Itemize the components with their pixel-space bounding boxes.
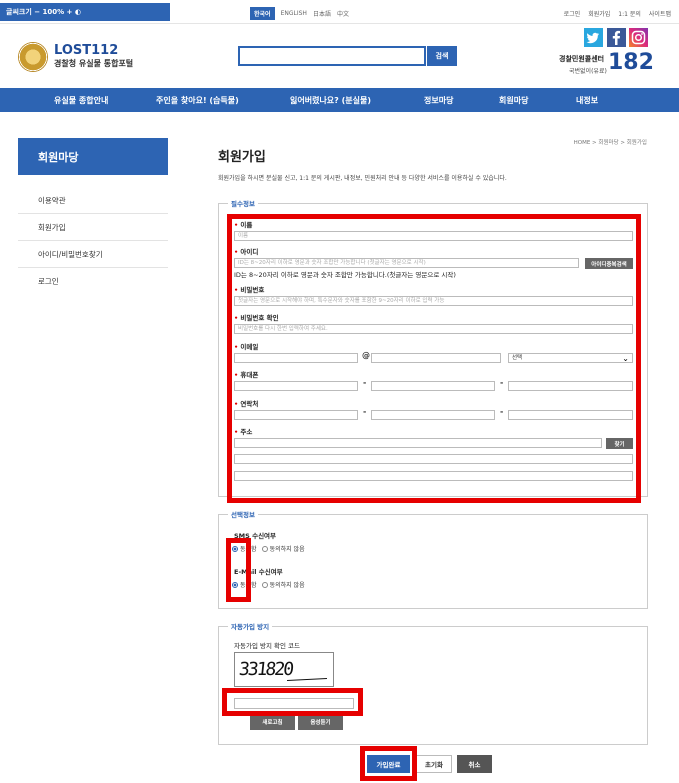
optional-fieldset [218,514,648,609]
search-input[interactable] [238,46,426,66]
nav-found-items[interactable]: 주인을 찾아요! (습득물) [156,95,239,106]
cancel-button[interactable]: 취소 [457,755,492,773]
captcha-noise-line [287,677,327,682]
accessibility-controls[interactable]: 글씨크기 − 100% + ◐ [6,7,81,17]
highlight-box-submit [360,746,417,781]
captcha-label: 자동가입 방지 확인 코드 [234,642,300,650]
join-link[interactable]: 회원가입 [588,9,610,18]
captcha-refresh-button[interactable]: 새로고침 [250,714,295,730]
sidebar-item-join[interactable]: 회원가입 [18,214,168,241]
captcha-legend: 자동가입 방지 [228,621,273,631]
logo-subtitle: 경찰청 유실물 통합포털 [54,59,134,68]
lang-chinese[interactable]: 中文 [337,9,349,18]
nav-my-info[interactable]: 내정보 [576,95,598,106]
language-selector: 한국어 ENGLISH 日本語 中文 [250,7,349,20]
instagram-icon[interactable] [629,28,648,47]
highlight-box-consent-radios [226,538,251,602]
highlight-box-required [227,214,641,503]
callcenter-subtitle: 국번없이(유료) [569,68,607,75]
top-links: 로그인 회원가입 1:1 문의 사이트맵 [564,9,671,18]
sidebar-item-terms[interactable]: 이용약관 [18,187,168,214]
sidebar-item-find-account[interactable]: 아이디/비밀번호찾기 [18,241,168,268]
required-legend: 필수정보 [228,198,258,208]
sidebar-title: 회원마당 [18,138,168,175]
login-link[interactable]: 로그인 [564,9,581,18]
sitemap-link[interactable]: 사이트맵 [649,9,671,18]
nav-info[interactable]: 정보마당 [424,95,453,106]
captcha-audio-button[interactable]: 음성듣기 [298,714,343,730]
accessibility-bar[interactable]: 글씨크기 − 100% + ◐ [0,3,170,21]
sidebar-item-login[interactable]: 로그인 [18,268,168,295]
twitter-icon[interactable] [584,28,603,47]
captcha-code: 331820 [237,659,294,680]
main-nav: 유실물 종합안내 주인을 찾아요! (습득물) 잃어버렸나요? (분실물) 정보… [0,88,679,112]
lang-english[interactable]: ENGLISH [281,10,307,17]
facebook-icon[interactable] [607,28,626,47]
email-disagree-label[interactable]: 동의하지 않음 [270,580,305,589]
nav-lost-guide[interactable]: 유실물 종합안내 [54,95,108,106]
police-emblem-logo[interactable] [18,42,48,72]
inquiry-link[interactable]: 1:1 문의 [618,9,641,18]
search-button[interactable]: 검색 [427,46,457,66]
nav-lost-items[interactable]: 잃어버렸나요? (분실물) [290,95,371,106]
intro-text: 회원가입을 하시면 분실물 신고, 1:1 문의 게시판, 내정보, 민원처리 … [218,175,507,182]
callcenter-number: 182 [608,50,654,75]
lang-korean[interactable]: 한국어 [250,7,275,20]
reset-button[interactable]: 초기화 [416,755,452,773]
top-utility-bar: 글씨크기 − 100% + ◐ 한국어 ENGLISH 日本語 中文 로그인 회… [0,0,679,24]
optional-legend: 선택정보 [228,509,258,519]
logo-title[interactable]: LOST112 [54,43,118,58]
captcha-image: 331820 [234,652,334,687]
breadcrumb: HOME > 회원마당 > 회원가입 [573,140,647,146]
callcenter-title: 경찰민원콜센터 [559,55,605,63]
sms-disagree-label[interactable]: 동의하지 않음 [270,544,305,553]
email-disagree-radio[interactable] [261,581,268,588]
sms-disagree-radio[interactable] [261,545,268,552]
page-title: 회원가입 [218,150,266,165]
highlight-box-captcha-input [222,688,363,716]
lang-japanese[interactable]: 日本語 [313,9,331,18]
nav-members[interactable]: 회원마당 [499,95,528,106]
